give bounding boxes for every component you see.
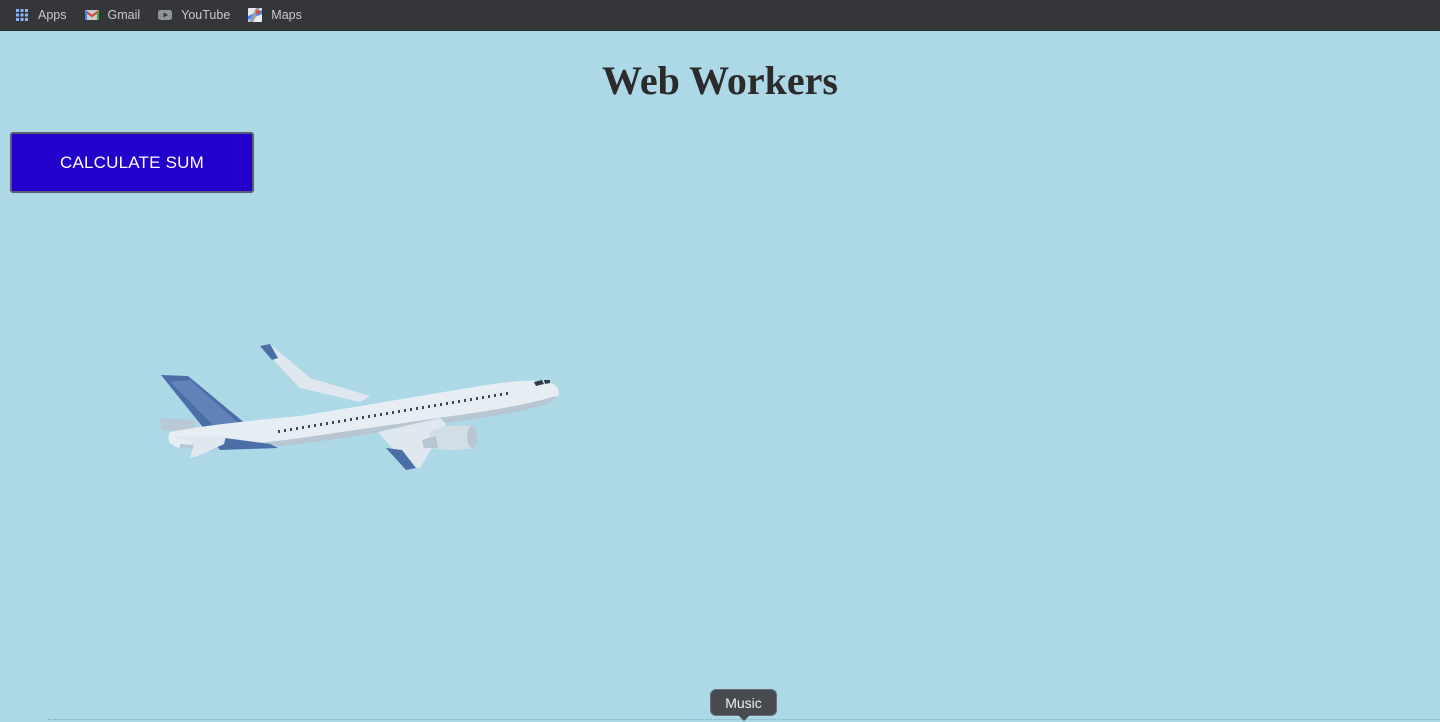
- dock-tooltip-music: Music: [710, 689, 777, 721]
- airplane-icon: [160, 344, 559, 470]
- page-title: Web Workers: [602, 58, 838, 103]
- bookmark-gmail[interactable]: Gmail: [83, 3, 141, 27]
- gmail-icon: [83, 7, 100, 23]
- youtube-icon: [157, 7, 173, 23]
- airplane-illustration: [150, 340, 570, 480]
- apps-grid-icon: [14, 7, 30, 23]
- bookmark-youtube[interactable]: YouTube: [157, 3, 230, 27]
- bookmark-apps[interactable]: Apps: [14, 3, 67, 27]
- bookmark-label: YouTube: [181, 8, 231, 22]
- bookmark-label: Apps: [38, 8, 67, 22]
- bookmark-label: Maps: [271, 8, 302, 22]
- bookmarks-bar: Apps Gmail YouTube Maps: [0, 0, 1440, 31]
- calculate-sum-button[interactable]: CALCULATE SUM: [10, 132, 254, 193]
- maps-icon: [247, 7, 263, 23]
- bookmark-maps[interactable]: Maps: [247, 3, 302, 27]
- bookmark-label: Gmail: [107, 8, 141, 22]
